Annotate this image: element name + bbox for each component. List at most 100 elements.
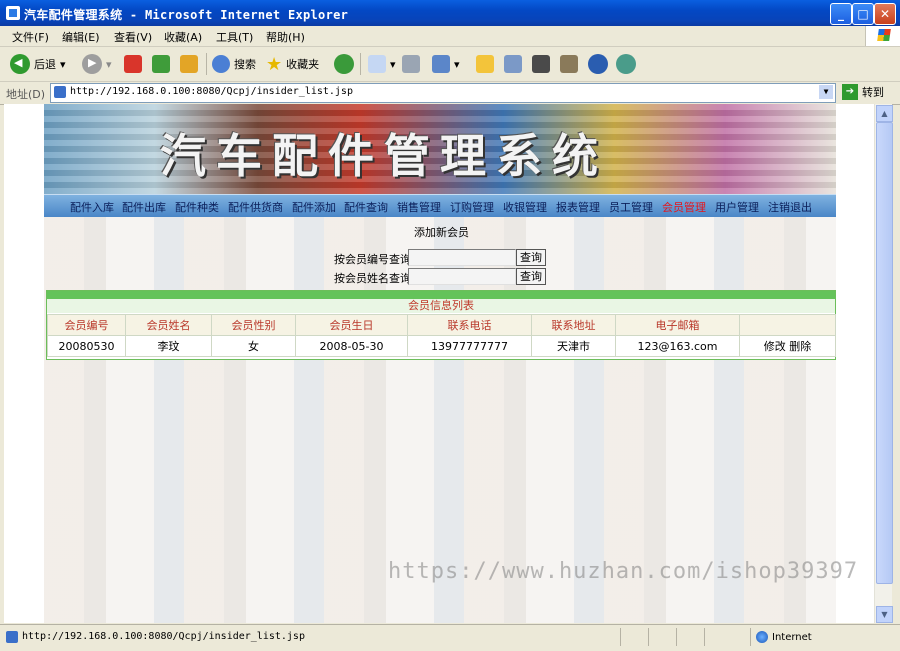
extension-icon[interactable]: [616, 54, 636, 74]
go-arrow-icon: ➔: [842, 84, 858, 100]
nav-orders[interactable]: 订购管理: [450, 199, 494, 215]
print-icon[interactable]: [402, 55, 420, 73]
window-titlebar: 汽车配件管理系统 - Microsoft Internet Explorer _…: [0, 0, 900, 26]
nav-parts-outbound[interactable]: 配件出库: [122, 199, 166, 215]
back-label: 后退: [34, 58, 56, 71]
search-button[interactable]: 搜索: [212, 52, 256, 76]
cell-address: 天津市: [531, 335, 616, 357]
col-member-birthday: 会员生日: [295, 314, 408, 336]
search-by-name-button[interactable]: 查询: [516, 268, 546, 285]
minimize-button[interactable]: _: [830, 3, 852, 25]
discuss-icon[interactable]: [476, 55, 494, 73]
page-icon: [54, 86, 66, 98]
back-button[interactable]: 后退 ▾: [10, 52, 66, 76]
history-icon[interactable]: [334, 54, 354, 74]
ie-page-icon: [6, 6, 20, 20]
nav-staff[interactable]: 员工管理: [609, 199, 653, 215]
address-url[interactable]: http://192.168.0.100:8080/Qcpj/insider_l…: [70, 86, 353, 97]
edit-dropdown-icon[interactable]: ▾: [454, 58, 460, 71]
menu-file[interactable]: 文件(F): [12, 29, 49, 45]
watermark-text: https://www.huzhan.com/ishop39397: [388, 559, 859, 584]
col-phone: 联系电话: [407, 314, 532, 336]
col-address: 联系地址: [531, 314, 616, 336]
status-bar: http://192.168.0.100:8080/Qcpj/insider_l…: [0, 624, 900, 651]
maximize-button[interactable]: □: [852, 3, 874, 25]
mail-dropdown-icon[interactable]: ▾: [390, 58, 396, 71]
add-member-link[interactable]: 添加新会员: [414, 224, 469, 240]
delete-member-link[interactable]: 删除: [789, 340, 811, 353]
back-dropdown-icon[interactable]: ▾: [60, 58, 66, 71]
member-list-panel: 会员信息列表 会员编号 会员姓名 会员性别 会员生日 联系电话 联系地址 电子邮…: [46, 290, 836, 360]
window-title: 汽车配件管理系统 - Microsoft Internet Explorer: [24, 8, 349, 22]
nav-parts-query[interactable]: 配件查询: [344, 199, 388, 215]
nav-sales[interactable]: 销售管理: [397, 199, 441, 215]
cell-member-birthday: 2008-05-30: [295, 335, 408, 357]
search-label: 搜索: [234, 58, 256, 71]
menu-view[interactable]: 查看(V): [114, 29, 152, 45]
nav-cashier[interactable]: 收银管理: [503, 199, 547, 215]
forward-arrow-icon: [82, 54, 102, 74]
stop-icon[interactable]: [124, 55, 142, 73]
windows-logo-icon: [865, 26, 900, 46]
refresh-icon[interactable]: [152, 55, 170, 73]
scroll-thumb[interactable]: [876, 122, 893, 584]
cell-actions: 修改 删除: [739, 335, 836, 357]
member-id-input[interactable]: [408, 249, 516, 266]
close-button[interactable]: ✕: [874, 3, 896, 25]
nav-parts-category[interactable]: 配件种类: [175, 199, 219, 215]
nav-users[interactable]: 用户管理: [715, 199, 759, 215]
research-icon[interactable]: [504, 55, 522, 73]
nav-logout[interactable]: 注销退出: [768, 199, 812, 215]
search-icon: [212, 55, 230, 73]
system-banner: 汽车配件管理系统: [44, 104, 836, 194]
address-dropdown-icon[interactable]: ▼: [819, 85, 833, 99]
cell-member-id: 20080530: [47, 335, 126, 357]
nav-members[interactable]: 会员管理: [662, 199, 706, 215]
go-button[interactable]: ➔ 转到: [842, 84, 884, 100]
scroll-up-icon[interactable]: ▲: [876, 105, 893, 122]
search-by-name-label: 按会员姓名查询: [334, 272, 411, 285]
favorites-button[interactable]: ★ 收藏夹: [266, 52, 319, 76]
main-nav: 配件入库 配件出库 配件种类 配件供货商 配件添加 配件查询 销售管理 订购管理…: [44, 194, 836, 217]
cell-member-gender: 女: [211, 335, 296, 357]
table-row: 20080530 李玟 女 2008-05-30 13977777777 天津市…: [47, 335, 836, 357]
table-header-row: 会员编号 会员姓名 会员性别 会员生日 联系电话 联系地址 电子邮箱: [47, 314, 836, 336]
nav-parts-supplier[interactable]: 配件供货商: [228, 199, 283, 215]
address-bar: 地址(D) http://192.168.0.100:8080/Qcpj/ins…: [0, 82, 900, 105]
edit-member-link[interactable]: 修改: [764, 340, 786, 353]
nav-parts-inbound[interactable]: 配件入库: [70, 199, 114, 215]
msn-icon[interactable]: [588, 54, 608, 74]
browser-toolbar: 后退 ▾ ▾ 搜索 ★ 收藏夹 ▾ ▾: [0, 47, 900, 82]
forward-dropdown-icon[interactable]: ▾: [106, 58, 112, 71]
nav-reports[interactable]: 报表管理: [556, 199, 600, 215]
address-input[interactable]: http://192.168.0.100:8080/Qcpj/insider_l…: [50, 83, 836, 103]
member-name-input[interactable]: [408, 268, 516, 285]
member-table: 会员编号 会员姓名 会员性别 会员生日 联系电话 联系地址 电子邮箱 20080…: [47, 314, 836, 357]
edit-icon[interactable]: [432, 55, 450, 73]
page-content: 汽车配件管理系统 配件入库 配件出库 配件种类 配件供货商 配件添加 配件查询 …: [44, 104, 836, 623]
search-by-id-button[interactable]: 查询: [516, 249, 546, 266]
nav-parts-add[interactable]: 配件添加: [292, 199, 336, 215]
favorites-label: 收藏夹: [286, 58, 320, 71]
status-page-icon: [6, 631, 18, 643]
menu-tools[interactable]: 工具(T): [216, 29, 253, 45]
cell-email: 123@163.com: [615, 335, 740, 357]
media-icon[interactable]: [560, 55, 578, 73]
menu-edit[interactable]: 编辑(E): [62, 29, 100, 45]
menu-bar: 文件(F) 编辑(E) 查看(V) 收藏(A) 工具(T) 帮助(H): [0, 26, 900, 47]
home-icon[interactable]: [180, 55, 198, 73]
messenger-icon[interactable]: [532, 55, 550, 73]
search-by-id-label: 按会员编号查询: [334, 253, 411, 266]
vertical-scrollbar[interactable]: ▲ ▼: [874, 104, 893, 623]
menu-help[interactable]: 帮助(H): [266, 29, 305, 45]
col-email: 电子邮箱: [615, 314, 740, 336]
menu-favorites[interactable]: 收藏(A): [164, 29, 202, 45]
security-zone: Internet: [756, 631, 812, 643]
col-member-id: 会员编号: [47, 314, 126, 336]
cell-phone: 13977777777: [407, 335, 532, 357]
back-arrow-icon: [10, 54, 30, 74]
mail-icon[interactable]: [368, 55, 386, 73]
star-icon: ★: [266, 53, 283, 75]
forward-button[interactable]: ▾: [82, 52, 112, 76]
scroll-down-icon[interactable]: ▼: [876, 606, 893, 623]
